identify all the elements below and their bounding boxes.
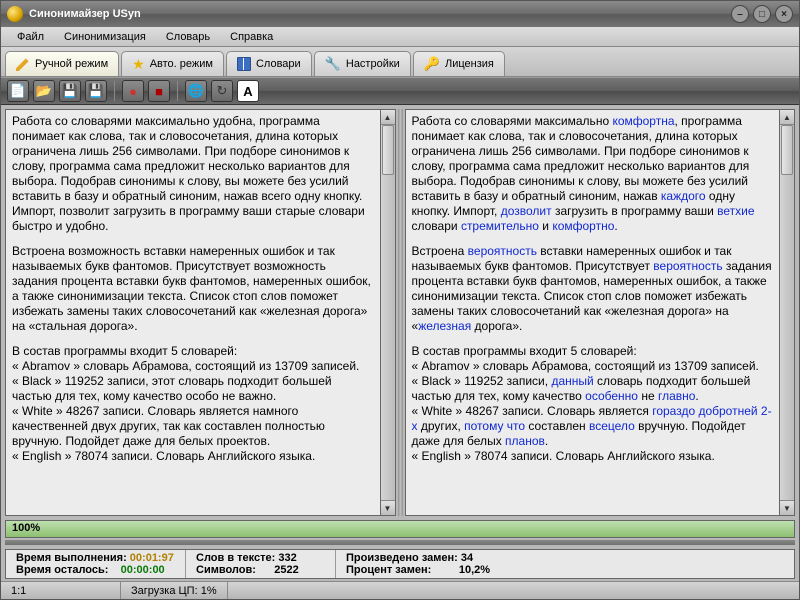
scroll-down-button[interactable]: ▼	[780, 500, 794, 515]
result-text-pane[interactable]: Работа со словарями максимально комфортн…	[405, 109, 781, 516]
key-icon: 🔑	[424, 56, 440, 72]
tab-label: Словари	[256, 58, 301, 70]
tab-manual-mode[interactable]: Ручной режим	[5, 51, 119, 76]
menu-synonymization[interactable]: Синонимизация	[54, 29, 156, 45]
scroll-track[interactable]	[780, 125, 794, 500]
tab-bar: Ручной режим ★ Авто. режим Словари 🔧 Нас…	[1, 47, 799, 77]
progress-label: 100%	[12, 522, 40, 534]
menu-dictionary[interactable]: Словарь	[156, 29, 220, 45]
progress-fill	[6, 521, 794, 537]
remain-value: 00:00:00	[121, 564, 165, 576]
menu-bar: Файл Синонимизация Словарь Справка	[1, 27, 799, 47]
splitter[interactable]	[398, 109, 403, 516]
words-value: 332	[278, 552, 296, 564]
scroll-down-button[interactable]: ▼	[381, 500, 395, 515]
tab-label: Ручной режим	[35, 58, 108, 70]
scroll-up-button[interactable]: ▲	[381, 110, 395, 125]
minimize-button[interactable]: –	[731, 5, 749, 23]
chars-value: 2522	[274, 564, 298, 576]
synonym: вероятность	[468, 244, 537, 258]
synonym: особенно	[585, 389, 638, 403]
app-icon	[7, 6, 23, 22]
text-paragraph: Работа со словарями максимально удобна, …	[12, 114, 374, 234]
synonym: стремительно	[461, 219, 539, 233]
app-window: Синонимайзер USyn – □ × Файл Синонимизац…	[0, 0, 800, 600]
synonym: ветхие	[717, 204, 754, 218]
stats-divider	[5, 540, 795, 545]
open-button[interactable]: 📂	[33, 80, 55, 102]
text-paragraph: Работа со словарями максимально комфортн…	[412, 114, 774, 234]
synonym: комфортно	[552, 219, 614, 233]
status-position: 1:1	[1, 582, 121, 599]
synonym: вероятность	[653, 259, 722, 273]
stats-text-cell: Слов в тексте: 332 Символов: 2522	[186, 550, 336, 578]
scrollbar-left[interactable]: ▲ ▼	[381, 109, 396, 516]
save-button[interactable]: 💾	[59, 80, 81, 102]
menu-help[interactable]: Справка	[220, 29, 283, 45]
synonym: данный	[551, 374, 593, 388]
content-area: Работа со словарями максимально удобна, …	[1, 105, 799, 520]
stats-replace-cell: Произведено замен: 34 Процент замен: 10,…	[336, 550, 794, 578]
status-cpu: Загрузка ЦП: 1%	[121, 582, 228, 599]
text-paragraph: Встроена вероятность вставки намеренных …	[412, 244, 774, 334]
maximize-button[interactable]: □	[753, 5, 771, 23]
stop-button[interactable]: ■	[148, 80, 170, 102]
globe-button[interactable]: 🌐	[185, 80, 207, 102]
replace-value: 34	[461, 552, 473, 564]
tab-label: Настройки	[346, 58, 400, 70]
tab-label: Лицензия	[445, 58, 494, 70]
star-icon: ★	[132, 57, 145, 71]
tab-dictionaries[interactable]: Словари	[226, 51, 312, 76]
text-paragraph: В состав программы входит 5 словарей: « …	[412, 344, 774, 464]
synonym: потому что	[464, 419, 525, 433]
synonym: комфортна	[612, 114, 674, 128]
record-button[interactable]: ●	[122, 80, 144, 102]
scroll-track[interactable]	[381, 125, 395, 500]
toolbar: 📄 📂 💾 💾 ● ■ 🌐 ↻ A	[1, 77, 799, 105]
status-bar: 1:1 Загрузка ЦП: 1%	[1, 581, 799, 599]
scroll-thumb[interactable]	[781, 125, 793, 175]
stats-panel: Время выполнения: 00:01:97 Время осталос…	[5, 549, 795, 579]
close-button[interactable]: ×	[775, 5, 793, 23]
text-paragraph: Встроена возможность вставки намеренных …	[12, 244, 374, 334]
scrollbar-right[interactable]: ▲ ▼	[780, 109, 795, 516]
toolbar-separator	[177, 81, 178, 101]
window-title: Синонимайзер USyn	[29, 8, 727, 20]
tab-license[interactable]: 🔑 Лицензия	[413, 51, 505, 76]
pencil-icon	[16, 57, 30, 71]
tab-settings[interactable]: 🔧 Настройки	[314, 51, 411, 76]
new-button[interactable]: 📄	[7, 80, 29, 102]
synonym: железная	[418, 319, 471, 333]
pct-value: 10,2%	[459, 564, 490, 576]
scroll-thumb[interactable]	[382, 125, 394, 175]
scroll-up-button[interactable]: ▲	[780, 110, 794, 125]
toolbar-separator	[114, 81, 115, 101]
menu-file[interactable]: Файл	[7, 29, 54, 45]
source-text-pane[interactable]: Работа со словарями максимально удобна, …	[5, 109, 381, 516]
save-as-button[interactable]: 💾	[85, 80, 107, 102]
elapsed-value: 00:01:97	[130, 552, 174, 564]
stats-time-cell: Время выполнения: 00:01:97 Время осталос…	[6, 550, 186, 578]
right-pane-wrap: Работа со словарями максимально комфортн…	[405, 109, 796, 516]
refresh-button[interactable]: ↻	[211, 80, 233, 102]
left-pane-wrap: Работа со словарями максимально удобна, …	[5, 109, 396, 516]
tab-auto-mode[interactable]: ★ Авто. режим	[121, 51, 224, 76]
synonym: дозволит	[501, 204, 552, 218]
title-bar: Синонимайзер USyn – □ ×	[1, 1, 799, 27]
text-paragraph: В состав программы входит 5 словарей: « …	[12, 344, 374, 464]
tab-label: Авто. режим	[150, 58, 213, 70]
book-icon	[237, 57, 251, 71]
synonym: каждого	[661, 189, 706, 203]
synonym: главно	[658, 389, 695, 403]
synonym: всецело	[589, 419, 635, 433]
progress-bar: 100%	[5, 520, 795, 538]
synonym: планов	[505, 434, 545, 448]
wrench-icon: 🔧	[325, 56, 341, 72]
font-button[interactable]: A	[237, 80, 259, 102]
